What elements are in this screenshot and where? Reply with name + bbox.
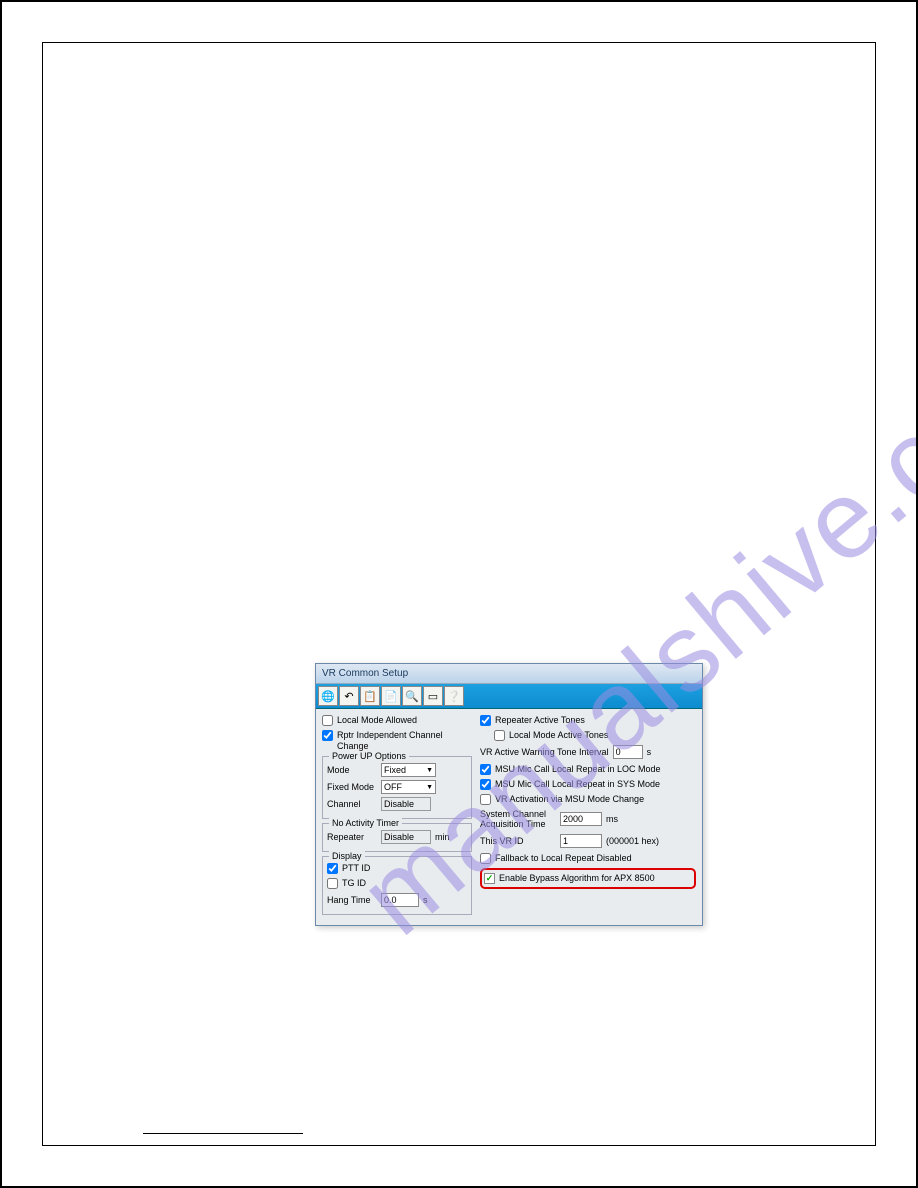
msu-mic-loc-label: MSU Mic Call Local Repeat in LOC Mode — [495, 764, 661, 775]
this-vr-id-hex: (000001 hex) — [606, 836, 659, 846]
dialog-title: VR Common Setup — [322, 668, 408, 679]
vr-active-warning-label: VR Active Warning Tone Interval — [480, 747, 609, 757]
sys-channel-row: System Channel Acquisition Time ms — [480, 809, 696, 829]
display-legend: Display — [329, 851, 365, 861]
sys-channel-label: System Channel Acquisition Time — [480, 809, 556, 829]
fixed-mode-value: OFF — [384, 782, 402, 792]
help-icon[interactable]: ❔ — [444, 686, 464, 706]
repeater-active-tones-label: Repeater Active Tones — [495, 715, 585, 726]
fixed-mode-select[interactable]: OFF ▼ — [381, 780, 436, 794]
msu-mic-loc-checkbox[interactable] — [480, 764, 491, 775]
msu-mic-sys-checkbox[interactable] — [480, 779, 491, 790]
power-up-legend: Power UP Options — [329, 751, 409, 761]
ptt-id-row: PTT ID — [327, 863, 467, 874]
chevron-down-icon: ▼ — [426, 784, 433, 791]
mode-value: Fixed — [384, 765, 406, 775]
hang-time-unit: s — [423, 895, 428, 905]
no-activity-legend: No Activity Timer — [329, 818, 402, 828]
hang-time-label: Hang Time — [327, 895, 377, 905]
hang-time-field[interactable] — [381, 893, 419, 907]
repeater-label: Repeater — [327, 832, 377, 842]
repeater-active-tones-checkbox[interactable] — [480, 715, 491, 726]
tg-id-checkbox[interactable] — [327, 878, 338, 889]
sys-channel-field[interactable] — [560, 812, 602, 826]
rptr-indep-checkbox[interactable] — [322, 730, 333, 741]
channel-field — [381, 797, 431, 811]
display-group: Display PTT ID TG ID Hang Time s — [322, 856, 472, 915]
chevron-down-icon: ▼ — [426, 767, 433, 774]
fixed-mode-row: Fixed Mode OFF ▼ — [327, 780, 467, 794]
page: manualshive.com VR Common Setup 🌐 ↶ 📋 📄 … — [0, 0, 918, 1188]
repeater-field — [381, 830, 431, 844]
vr-active-warning-unit: s — [647, 747, 652, 757]
local-mode-active-tones-label: Local Mode Active Tones — [509, 730, 608, 741]
msu-mic-sys-row: MSU Mic Call Local Repeat in SYS Mode — [480, 779, 696, 790]
enable-bypass-label: Enable Bypass Algorithm for APX 8500 — [499, 873, 655, 884]
tg-id-row: TG ID — [327, 878, 467, 889]
footnote-separator — [143, 1133, 303, 1134]
dialog-titlebar: VR Common Setup — [316, 664, 702, 684]
vr-common-setup-dialog: VR Common Setup 🌐 ↶ 📋 📄 🔍 ▭ ❔ Local Mode — [315, 663, 703, 926]
page-inner: manualshive.com VR Common Setup 🌐 ↶ 📋 📄 … — [42, 42, 876, 1146]
repeater-unit: min — [435, 832, 450, 842]
mode-row: Mode Fixed ▼ — [327, 763, 467, 777]
zoom-icon[interactable]: 🔍 — [402, 686, 422, 706]
power-up-group: Power UP Options Mode Fixed ▼ Fixed Mode — [322, 756, 472, 819]
vr-activation-row: VR Activation via MSU Mode Change — [480, 794, 696, 805]
vr-activation-checkbox[interactable] — [480, 794, 491, 805]
fixed-mode-label: Fixed Mode — [327, 782, 377, 792]
enable-bypass-highlight: ✓ Enable Bypass Algorithm for APX 8500 — [480, 868, 696, 889]
this-vr-id-row: This VR ID (000001 hex) — [480, 834, 696, 848]
ptt-id-checkbox[interactable] — [327, 863, 338, 874]
sys-channel-unit: ms — [606, 814, 618, 824]
this-vr-id-label: This VR ID — [480, 836, 556, 846]
dialog-body: Local Mode Allowed Rptr Independent Chan… — [316, 709, 702, 925]
fallback-label: Fallback to Local Repeat Disabled — [495, 853, 632, 864]
enable-bypass-checkbox[interactable]: ✓ — [484, 873, 495, 884]
paste-icon[interactable]: 📄 — [381, 686, 401, 706]
local-mode-allowed-label: Local Mode Allowed — [337, 715, 417, 726]
local-mode-active-tones-checkbox[interactable] — [494, 730, 505, 741]
vr-active-warning-row: VR Active Warning Tone Interval s — [480, 745, 696, 759]
repeater-active-tones-row: Repeater Active Tones — [480, 715, 696, 726]
rptr-indep-row: Rptr Independent Channel Change — [322, 730, 472, 752]
copy-icon[interactable]: 📋 — [360, 686, 380, 706]
dialog-toolbar: 🌐 ↶ 📋 📄 🔍 ▭ ❔ — [316, 684, 702, 709]
hang-time-row: Hang Time s — [327, 893, 467, 907]
globe-icon[interactable]: 🌐 — [318, 686, 338, 706]
ptt-id-label: PTT ID — [342, 863, 370, 874]
fallback-row: Fallback to Local Repeat Disabled — [480, 853, 696, 864]
mode-select[interactable]: Fixed ▼ — [381, 763, 436, 777]
right-column: Repeater Active Tones Local Mode Active … — [480, 715, 696, 915]
enable-bypass-row: ✓ Enable Bypass Algorithm for APX 8500 — [484, 873, 692, 884]
msu-mic-sys-label: MSU Mic Call Local Repeat in SYS Mode — [495, 779, 660, 790]
tg-id-label: TG ID — [342, 878, 366, 889]
vr-activation-label: VR Activation via MSU Mode Change — [495, 794, 644, 805]
undo-icon[interactable]: ↶ — [339, 686, 359, 706]
channel-label: Channel — [327, 799, 377, 809]
channel-row: Channel — [327, 797, 467, 811]
window-icon[interactable]: ▭ — [423, 686, 443, 706]
local-mode-allowed-checkbox[interactable] — [322, 715, 333, 726]
local-mode-allowed-row: Local Mode Allowed — [322, 715, 472, 726]
left-column: Local Mode Allowed Rptr Independent Chan… — [322, 715, 472, 915]
repeater-row: Repeater min — [327, 830, 467, 844]
this-vr-id-field[interactable] — [560, 834, 602, 848]
rptr-indep-label: Rptr Independent Channel Change — [337, 730, 472, 752]
local-mode-active-tones-row: Local Mode Active Tones — [494, 730, 696, 741]
fallback-checkbox[interactable] — [480, 853, 491, 864]
no-activity-group: No Activity Timer Repeater min — [322, 823, 472, 852]
msu-mic-loc-row: MSU Mic Call Local Repeat in LOC Mode — [480, 764, 696, 775]
vr-active-warning-field[interactable] — [613, 745, 643, 759]
mode-label: Mode — [327, 765, 377, 775]
